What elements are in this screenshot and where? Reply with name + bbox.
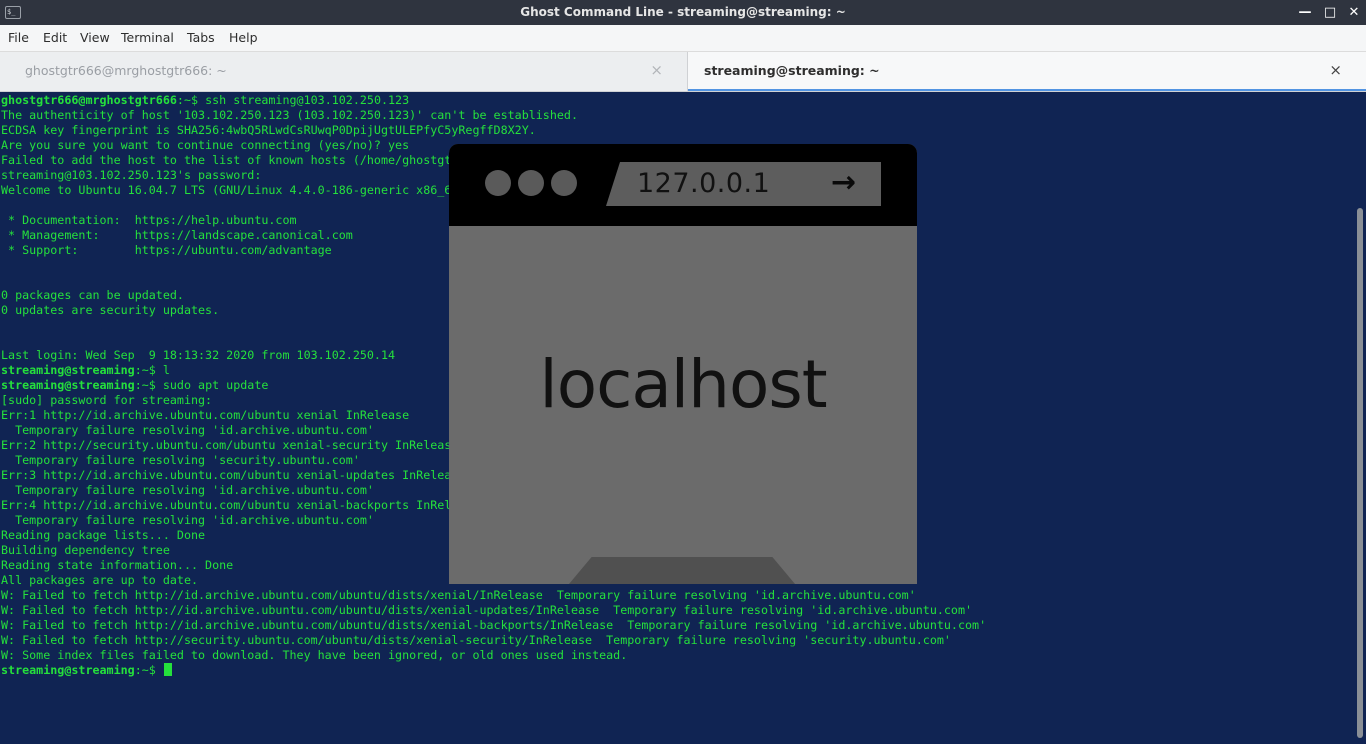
monitor-stand bbox=[569, 557, 795, 584]
tab-close-icon[interactable]: × bbox=[1329, 52, 1342, 89]
output-text: All packages are up to date. bbox=[1, 573, 199, 587]
command-text: :~$ bbox=[134, 663, 163, 677]
tab-streaming[interactable]: streaming@streaming: ~ × bbox=[688, 52, 1366, 91]
window-title: Ghost Command Line - streaming@streaming… bbox=[520, 5, 846, 19]
output-text: * Management: https://landscape.canonica… bbox=[1, 228, 353, 242]
output-text: Temporary failure resolving 'id.archive.… bbox=[1, 423, 374, 437]
window-titlebar: $_ Ghost Command Line - streaming@stream… bbox=[0, 0, 1366, 25]
window-dot-icon bbox=[518, 170, 544, 196]
output-text: Err:2 http://security.ubuntu.com/ubuntu … bbox=[1, 438, 459, 452]
tab-close-icon[interactable]: × bbox=[650, 52, 663, 89]
terminal-line: W: Failed to fetch http://id.archive.ubu… bbox=[1, 588, 986, 603]
output-text: W: Some index files failed to download. … bbox=[1, 648, 628, 662]
terminal-line: ECDSA key fingerprint is SHA256:4wbQ5RLw… bbox=[1, 123, 986, 138]
output-text: streaming@103.102.250.123's password: bbox=[1, 168, 262, 182]
output-text: 0 updates are security updates. bbox=[1, 303, 220, 317]
output-text: 0 packages can be updated. bbox=[1, 288, 184, 302]
output-text: Reading state information... Done bbox=[1, 558, 234, 572]
arrow-right-icon: → bbox=[831, 165, 857, 200]
menu-edit[interactable]: Edit bbox=[43, 25, 67, 51]
terminal-line: W: Some index files failed to download. … bbox=[1, 648, 986, 663]
command-text: :~$ ssh streaming@103.102.250.123 bbox=[176, 93, 410, 107]
output-text: Temporary failure resolving 'security.ub… bbox=[1, 453, 360, 467]
output-text: [sudo] password for streaming: bbox=[1, 393, 213, 407]
browser-toolbar: 127.0.0.1 → bbox=[449, 144, 917, 226]
output-text: W: Failed to fetch http://id.archive.ubu… bbox=[1, 588, 916, 602]
maximize-button[interactable]: □ bbox=[1319, 0, 1341, 25]
output-text: Last login: Wed Sep 9 18:13:32 2020 from… bbox=[1, 348, 396, 362]
output-text: Building dependency tree bbox=[1, 543, 170, 557]
localhost-heading: localhost bbox=[539, 346, 827, 423]
close-window-button[interactable]: ✕ bbox=[1343, 0, 1365, 25]
terminal-line: W: Failed to fetch http://id.archive.ubu… bbox=[1, 618, 986, 633]
output-text: ECDSA key fingerprint is SHA256:4wbQ5RLw… bbox=[1, 123, 536, 137]
output-text: Err:4 http://id.archive.ubuntu.com/ubunt… bbox=[1, 498, 480, 512]
output-text: Err:3 http://id.archive.ubuntu.com/ubunt… bbox=[1, 468, 466, 482]
output-text: W: Failed to fetch http://id.archive.ubu… bbox=[1, 618, 987, 632]
output-text: * Documentation: https://help.ubuntu.com bbox=[1, 213, 297, 227]
output-text: The authenticity of host '103.102.250.12… bbox=[1, 108, 578, 122]
output-text: W: Failed to fetch http://security.ubunt… bbox=[1, 633, 951, 647]
tab-label: streaming@streaming: ~ bbox=[704, 63, 880, 78]
terminal-line: W: Failed to fetch http://security.ubunt… bbox=[1, 633, 986, 648]
scrollbar-thumb[interactable] bbox=[1357, 208, 1363, 738]
terminal-line: ghostgtr666@mrghostgtr666:~$ ssh streami… bbox=[1, 93, 986, 108]
window-dot-icon bbox=[551, 170, 577, 196]
localhost-browser-overlay: 127.0.0.1 → localhost bbox=[449, 144, 917, 584]
terminal-line: The authenticity of host '103.102.250.12… bbox=[1, 108, 986, 123]
prompt-user-host: streaming@streaming bbox=[1, 363, 135, 377]
address-text: 127.0.0.1 bbox=[637, 168, 771, 199]
output-text: Are you sure you want to continue connec… bbox=[1, 138, 410, 152]
tab-divider bbox=[687, 52, 688, 91]
tab-bar: ghostgtr666@mrghostgtr666: ~ × streaming… bbox=[0, 52, 1366, 92]
terminal-line: W: Failed to fetch http://id.archive.ubu… bbox=[1, 603, 986, 618]
prompt-user-host: streaming@streaming bbox=[1, 663, 135, 677]
tab-label: ghostgtr666@mrghostgtr666: ~ bbox=[25, 63, 227, 78]
command-text: :~$ l bbox=[134, 363, 170, 377]
output-text: Temporary failure resolving 'id.archive.… bbox=[1, 483, 374, 497]
minimize-button[interactable]: — bbox=[1294, 0, 1316, 25]
terminal-line: streaming@streaming:~$ bbox=[1, 663, 986, 678]
prompt-user-host: streaming@streaming bbox=[1, 378, 135, 392]
menu-view[interactable]: View bbox=[80, 25, 110, 51]
output-text: Err:1 http://id.archive.ubuntu.com/ubunt… bbox=[1, 408, 410, 422]
menu-bar: File Edit View Terminal Tabs Help bbox=[0, 25, 1366, 52]
output-text: * Support: https://ubuntu.com/advantage bbox=[1, 243, 332, 257]
menu-terminal[interactable]: Terminal bbox=[121, 25, 174, 51]
menu-help[interactable]: Help bbox=[229, 25, 258, 51]
output-text: Welcome to Ubuntu 16.04.7 LTS (GNU/Linux… bbox=[1, 183, 466, 197]
output-text: Temporary failure resolving 'id.archive.… bbox=[1, 513, 374, 527]
output-text: Reading package lists... Done bbox=[1, 528, 206, 542]
window-dot-icon bbox=[485, 170, 511, 196]
output-text: W: Failed to fetch http://id.archive.ubu… bbox=[1, 603, 973, 617]
terminal-cursor bbox=[163, 663, 172, 676]
command-text: :~$ sudo apt update bbox=[134, 378, 269, 392]
tab-ghostgtr666[interactable]: ghostgtr666@mrghostgtr666: ~ × bbox=[0, 52, 687, 91]
menu-tabs[interactable]: Tabs bbox=[187, 25, 215, 51]
prompt-user-host: ghostgtr666@mrghostgtr666 bbox=[1, 93, 177, 107]
menu-file[interactable]: File bbox=[8, 25, 29, 51]
